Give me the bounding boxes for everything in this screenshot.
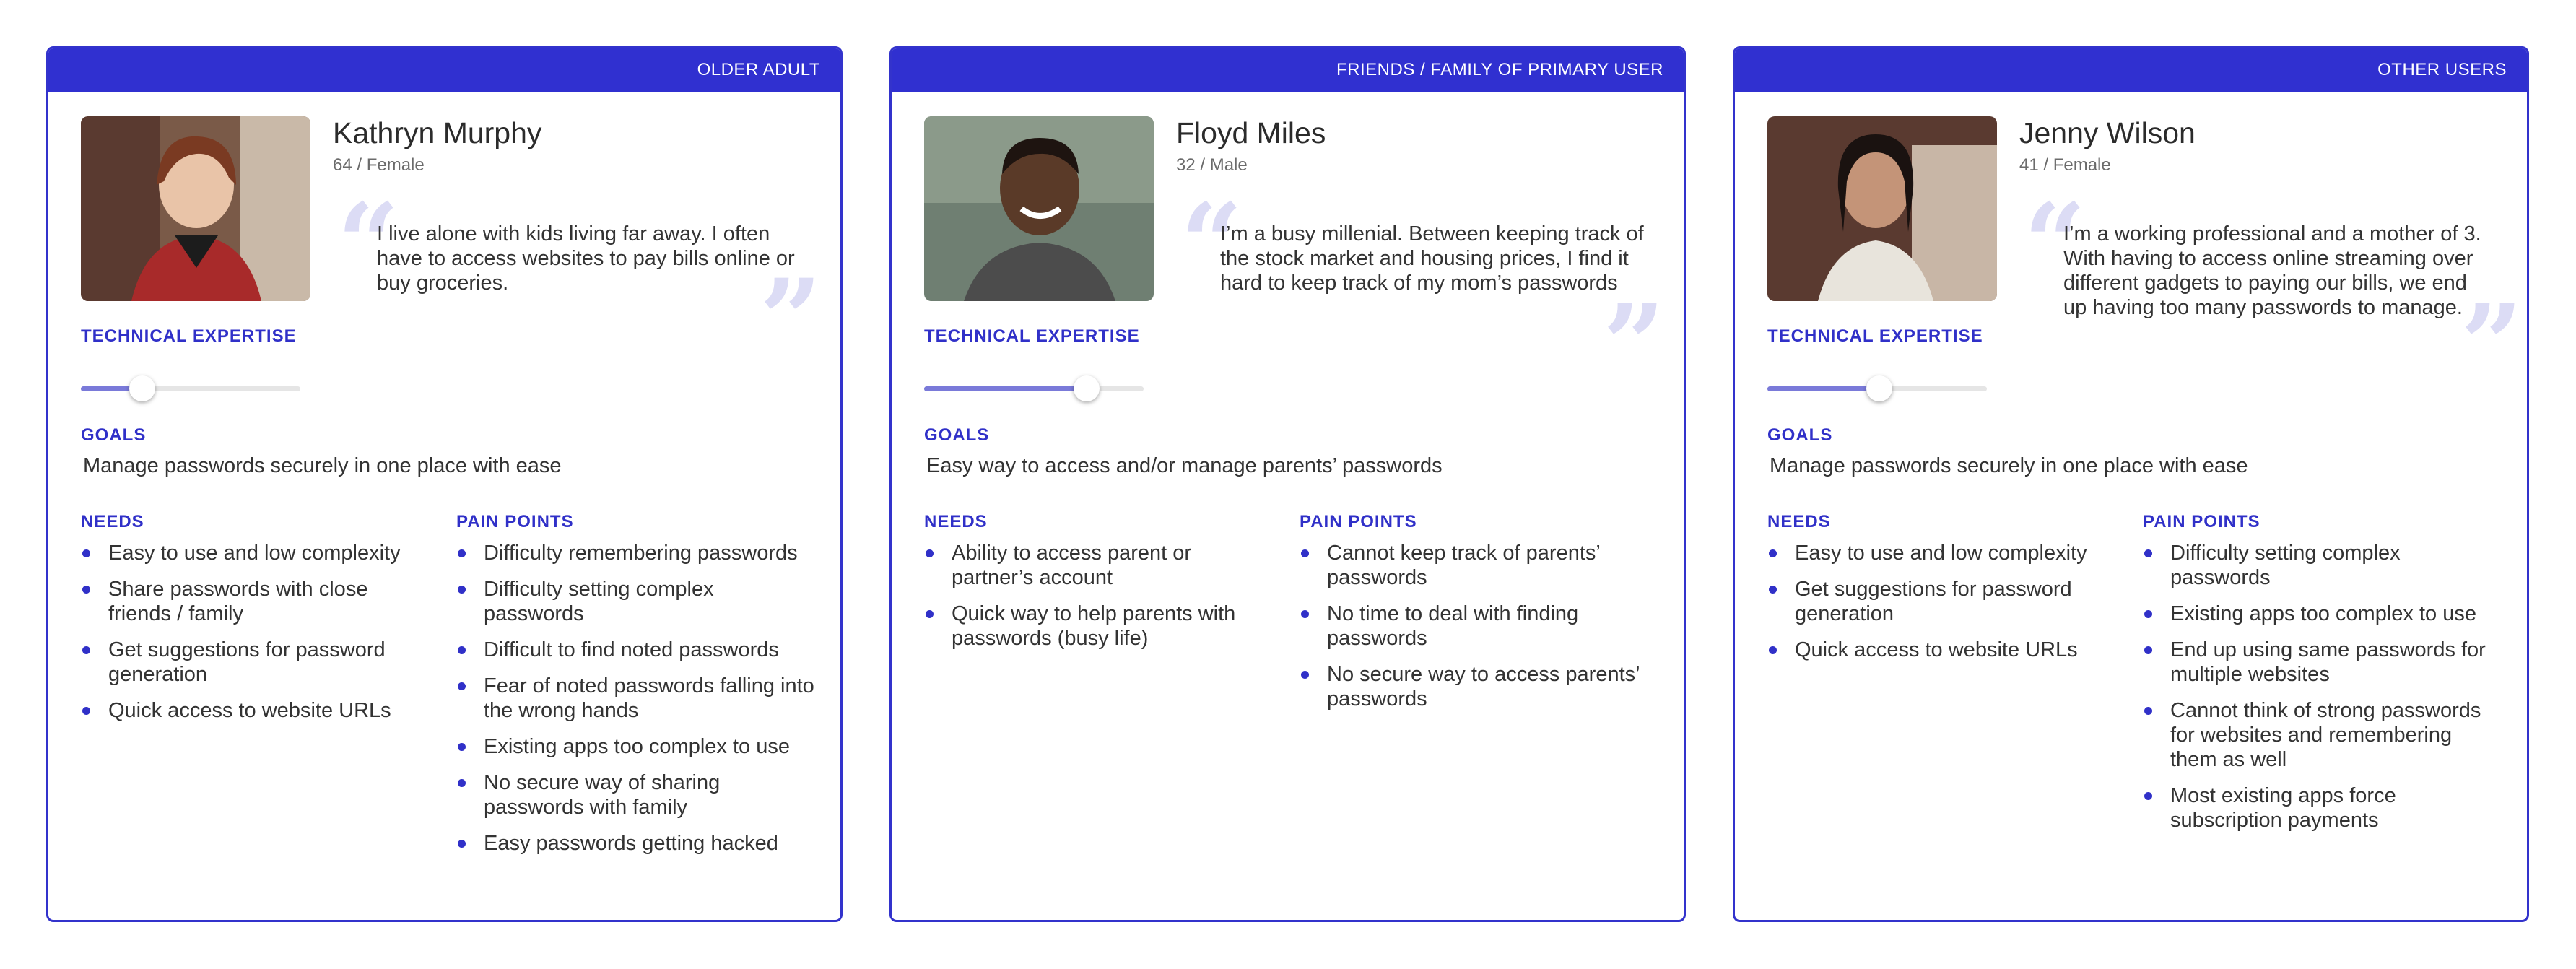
list-item: No time to deal with finding passwords — [1300, 601, 1661, 651]
quote-close-icon: ” — [760, 265, 822, 344]
needs-label: NEEDS — [81, 512, 144, 531]
needs-label: NEEDS — [1767, 512, 1831, 531]
list-item: Quick access to website URLs — [81, 698, 427, 723]
persona-age-gender: 64 / Female — [333, 155, 425, 175]
slider-fill — [924, 386, 1087, 391]
persona-age-gender: 41 / Female — [2019, 155, 2111, 175]
list-item: Get suggestions for password generation — [1767, 577, 2114, 626]
persona-age-gender: 32 / Male — [1176, 155, 1248, 175]
persona-card-older-adult: OLDER ADULT Kathryn Murphy 64 / Female “… — [46, 46, 843, 922]
slider-thumb — [129, 375, 155, 401]
persona-photo — [924, 116, 1154, 301]
list-item: Existing apps too complex to use — [2143, 601, 2504, 626]
pain-points-label: PAIN POINTS — [1300, 512, 1417, 531]
goals-label: GOALS — [81, 425, 147, 445]
expertise-label: TECHNICAL EXPERTISE — [1767, 326, 1983, 346]
list-item: Difficulty setting complex passwords — [2143, 541, 2504, 590]
portrait-image — [1767, 116, 1997, 301]
goals-text: Manage passwords securely in one place w… — [1770, 454, 2248, 477]
expertise-slider — [1767, 368, 1987, 411]
list-item: No secure way to access parents’ passwor… — [1300, 662, 1661, 711]
list-item: Ability to access parent or partner’s ac… — [924, 541, 1271, 590]
expertise-label: TECHNICAL EXPERTISE — [81, 326, 297, 346]
expertise-label: TECHNICAL EXPERTISE — [924, 326, 1140, 346]
slider-thumb — [1074, 375, 1100, 401]
quote-close-icon: ” — [1603, 290, 1666, 370]
list-item: Difficult to find noted passwords — [456, 638, 817, 662]
list-item: Difficulty setting complex passwords — [456, 577, 817, 626]
list-item: Quick access to website URLs — [1767, 638, 2114, 662]
needs-list: Easy to use and low complexity Get sugge… — [1767, 541, 2114, 674]
portrait-image — [81, 116, 310, 301]
pain-points-label: PAIN POINTS — [456, 512, 574, 531]
slider-thumb — [1866, 375, 1892, 401]
pain-points-label: PAIN POINTS — [2143, 512, 2260, 531]
goals-label: GOALS — [924, 425, 990, 445]
quote-close-icon: ” — [2460, 290, 2523, 370]
pain-points-list: Difficulty setting complex passwords Exi… — [2143, 541, 2504, 844]
goals-label: GOALS — [1767, 425, 1833, 445]
list-item: Cannot think of strong passwords for web… — [2143, 698, 2504, 772]
needs-list: Ability to access parent or partner’s ac… — [924, 541, 1271, 662]
list-item: Easy to use and low complexity — [1767, 541, 2114, 565]
slider-fill — [1767, 386, 1879, 391]
persona-name: Floyd Miles — [1176, 116, 1326, 149]
persona-quote: I’m a busy millenial. Between keeping tr… — [1220, 222, 1644, 295]
list-item: Existing apps too complex to use — [456, 734, 817, 759]
list-item: Get suggestions for password generation — [81, 638, 427, 687]
list-item: Quick way to help parents with passwords… — [924, 601, 1271, 651]
persona-tag: OTHER USERS — [1735, 48, 2527, 92]
persona-photo — [81, 116, 310, 301]
list-item: Most existing apps force subscription pa… — [2143, 783, 2504, 833]
portrait-image — [924, 116, 1154, 301]
persona-photo — [1767, 116, 1997, 301]
list-item: No secure way of sharing passwords with … — [456, 770, 817, 820]
goals-text: Manage passwords securely in one place w… — [83, 454, 562, 477]
list-item: Fear of noted passwords falling into the… — [456, 674, 817, 723]
pain-points-list: Difficulty remembering passwords Difficu… — [456, 541, 817, 867]
persona-name: Jenny Wilson — [2019, 116, 2196, 149]
list-item: Cannot keep track of parents’ passwords — [1300, 541, 1661, 590]
persona-tag: OLDER ADULT — [48, 48, 840, 92]
expertise-slider — [81, 368, 300, 411]
persona-card-friends-family: FRIENDS / FAMILY OF PRIMARY USER Floyd M… — [889, 46, 1686, 922]
persona-quote: I’m a working professional and a mother … — [2063, 222, 2481, 319]
list-item: Easy to use and low complexity — [81, 541, 427, 565]
needs-label: NEEDS — [924, 512, 988, 531]
list-item: End up using same passwords for multiple… — [2143, 638, 2504, 687]
persona-name: Kathryn Murphy — [333, 116, 542, 149]
expertise-slider — [924, 368, 1144, 411]
persona-tag: FRIENDS / FAMILY OF PRIMARY USER — [892, 48, 1684, 92]
pain-points-list: Cannot keep track of parents’ passwords … — [1300, 541, 1661, 723]
goals-text: Easy way to access and/or manage parents… — [926, 454, 1443, 477]
list-item: Difficulty remembering passwords — [456, 541, 817, 565]
list-item: Share passwords with close friends / fam… — [81, 577, 427, 626]
persona-quote: I live alone with kids living far away. … — [377, 222, 795, 295]
needs-list: Easy to use and low complexity Share pas… — [81, 541, 427, 734]
persona-card-other-users: OTHER USERS Jenny Wilson 41 / Female “ I… — [1733, 46, 2529, 922]
list-item: Easy passwords getting hacked — [456, 831, 817, 856]
